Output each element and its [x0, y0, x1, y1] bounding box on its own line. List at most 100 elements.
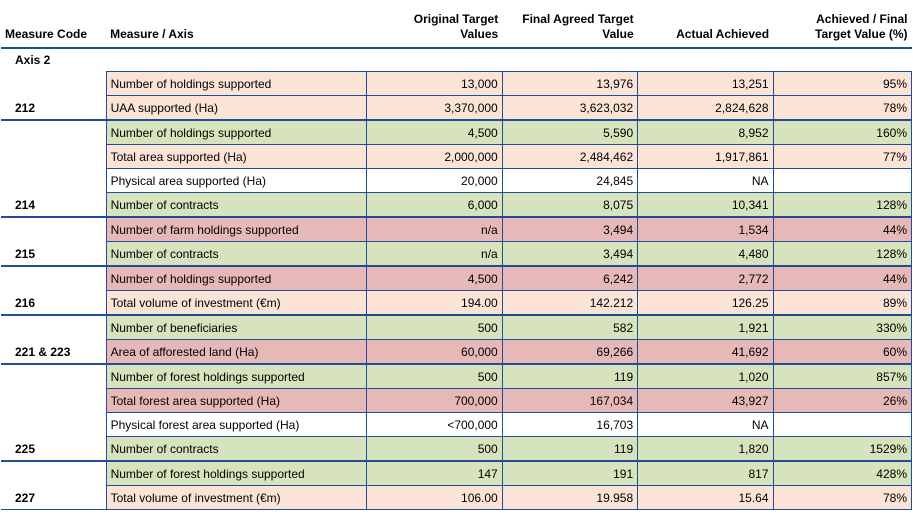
actual-achieved-value: 1,917,861: [637, 144, 774, 169]
table-row: 225 Number of forest holdings supported …: [1, 363, 913, 461]
actual-achieved-value: 13,251: [637, 71, 774, 96]
measure-label: UAA supported (Ha): [105, 95, 368, 121]
measure-label: Number of farm holdings supported: [105, 216, 368, 242]
header-original-target: Original Target Values: [367, 0, 502, 48]
table-body: Axis 2 212 Number of holdings supported …: [1, 48, 913, 510]
actual-achieved-value: 8,952: [637, 119, 774, 145]
header-final-line2: Value: [602, 27, 634, 41]
table-row: Total volume of investment (€m) 194.00 1…: [1, 290, 913, 316]
achieved-pct-value: 60%: [772, 339, 913, 365]
table-row: Number of contracts n/a 3,494 4,480 128%: [1, 241, 913, 267]
table-row: 216 Number of holdings supported 4,500 6…: [1, 265, 913, 315]
table-row: Number of contracts 6,000 8,075 10,341 1…: [1, 192, 913, 218]
achieved-pct-value: [772, 168, 913, 193]
final-target-value: 19.958: [501, 485, 639, 510]
table-row: Physical forest area supported (Ha) <700…: [1, 412, 913, 437]
original-target-value: 500: [366, 363, 503, 389]
measure-label: Number of forest holdings supported: [105, 460, 368, 486]
table-row: Area of afforested land (Ha) 60,000 69,2…: [1, 339, 913, 365]
table-row: Physical area supported (Ha) 20,000 24,8…: [1, 168, 913, 193]
measure-code: 212: [15, 101, 36, 115]
axis-label: Axis 2: [15, 53, 51, 67]
actual-achieved-value: 4,480: [637, 241, 774, 267]
measures-table: Measure Code Measure / Axis Original Tar…: [1, 0, 913, 510]
original-target-value: 500: [366, 314, 503, 340]
table-row: 227 Number of forest holdings supported …: [1, 460, 913, 510]
actual-achieved-value: 10,341: [637, 192, 774, 218]
final-target-value: 6,242: [501, 265, 639, 291]
actual-achieved-value: 1,820: [637, 436, 774, 462]
achieved-pct-value: [772, 412, 913, 437]
measure-label: Physical area supported (Ha): [105, 168, 368, 193]
achieved-pct-value: 128%: [772, 241, 913, 267]
table-row: Total volume of investment (€m) 106.00 1…: [1, 485, 913, 510]
achieved-pct-value: 44%: [772, 265, 913, 291]
header-achieved-pct: Achieved / Final Target Value (%): [773, 0, 911, 48]
table-row: 221 & 223 Number of beneficiaries 500 58…: [1, 314, 913, 364]
achieved-pct-value: 89%: [772, 290, 913, 316]
measure-label: Number of forest holdings supported: [105, 363, 368, 389]
header-measure-code: Measure Code: [5, 27, 88, 41]
actual-achieved-value: 126.25: [637, 290, 774, 316]
actual-achieved-value: 817: [637, 460, 774, 486]
actual-achieved-value: 41,692: [637, 339, 774, 365]
original-target-value: 20,000: [366, 168, 503, 193]
achieved-pct-value: 44%: [772, 216, 913, 242]
measure-label: Total volume of investment (€m): [105, 290, 368, 316]
achieved-pct-value: 857%: [772, 363, 913, 389]
achieved-pct-value: 78%: [772, 95, 913, 121]
final-target-value: 16,703: [501, 412, 639, 437]
measure-label: Number of contracts: [105, 192, 368, 218]
final-target-value: 13,976: [501, 71, 639, 96]
final-target-value: 8,075: [501, 192, 639, 218]
final-target-value: 5,590: [501, 119, 639, 145]
header-actual-achieved: Actual Achieved: [676, 27, 770, 41]
actual-achieved-value: 1,020: [637, 363, 774, 389]
measure-label: Number of contracts: [105, 241, 368, 267]
measure-code: 216: [1, 265, 107, 315]
measure-label: Number of contracts: [105, 436, 368, 462]
original-target-value: 3,370,000: [366, 95, 503, 121]
actual-achieved-value: 43,927: [637, 388, 774, 413]
measure-code: 214: [1, 119, 107, 217]
final-target-value: 191: [501, 460, 639, 486]
measure-label: Total area supported (Ha): [105, 144, 368, 169]
header-pct-line2: Target Value (%): [815, 27, 908, 41]
final-target-value: 119: [501, 363, 639, 389]
original-target-value: 194.00: [366, 290, 503, 316]
achieved-pct-value: 1529%: [772, 436, 913, 462]
actual-achieved-value: 1,534: [637, 216, 774, 242]
actual-achieved-value: NA: [637, 412, 774, 437]
measure-label: Total forest area supported (Ha): [105, 388, 368, 413]
achieved-pct-value: 160%: [772, 119, 913, 145]
final-target-value: 119: [501, 436, 639, 462]
measure-code: 215: [1, 216, 107, 266]
actual-achieved-value: NA: [637, 168, 774, 193]
original-target-value: 500: [366, 436, 503, 462]
final-target-value: 3,623,032: [501, 95, 639, 121]
measure-label: Number of holdings supported: [105, 71, 368, 96]
final-target-value: 3,494: [501, 216, 639, 242]
achieved-pct-value: 128%: [772, 192, 913, 218]
final-target-value: 69,266: [501, 339, 639, 365]
original-target-value: 13,000: [366, 71, 503, 96]
final-target-value: 167,034: [501, 388, 639, 413]
original-target-value: n/a: [366, 241, 503, 267]
final-target-value: 3,494: [501, 241, 639, 267]
original-target-value: 700,000: [366, 388, 503, 413]
actual-achieved-value: 2,824,628: [637, 95, 774, 121]
measure-code: 227: [1, 460, 107, 510]
original-target-value: <700,000: [366, 412, 503, 437]
measure-label: Area of afforested land (Ha): [105, 339, 368, 365]
achieved-pct-value: 330%: [772, 314, 913, 340]
actual-achieved-value: 1,921: [637, 314, 774, 340]
table-row: 212 Number of holdings supported 13,000 …: [1, 71, 913, 115]
header-original-line2: Values: [460, 27, 499, 41]
table-row: UAA supported (Ha) 3,370,000 3,623,032 2…: [1, 95, 913, 121]
original-target-value: 4,500: [366, 119, 503, 145]
measure-label: Number of holdings supported: [105, 265, 368, 291]
original-target-value: 60,000: [366, 339, 503, 365]
table-row: Total forest area supported (Ha) 700,000…: [1, 388, 913, 413]
table-row: 215 Number of farm holdings supported n/…: [1, 216, 913, 266]
achieved-pct-value: 95%: [772, 71, 913, 96]
